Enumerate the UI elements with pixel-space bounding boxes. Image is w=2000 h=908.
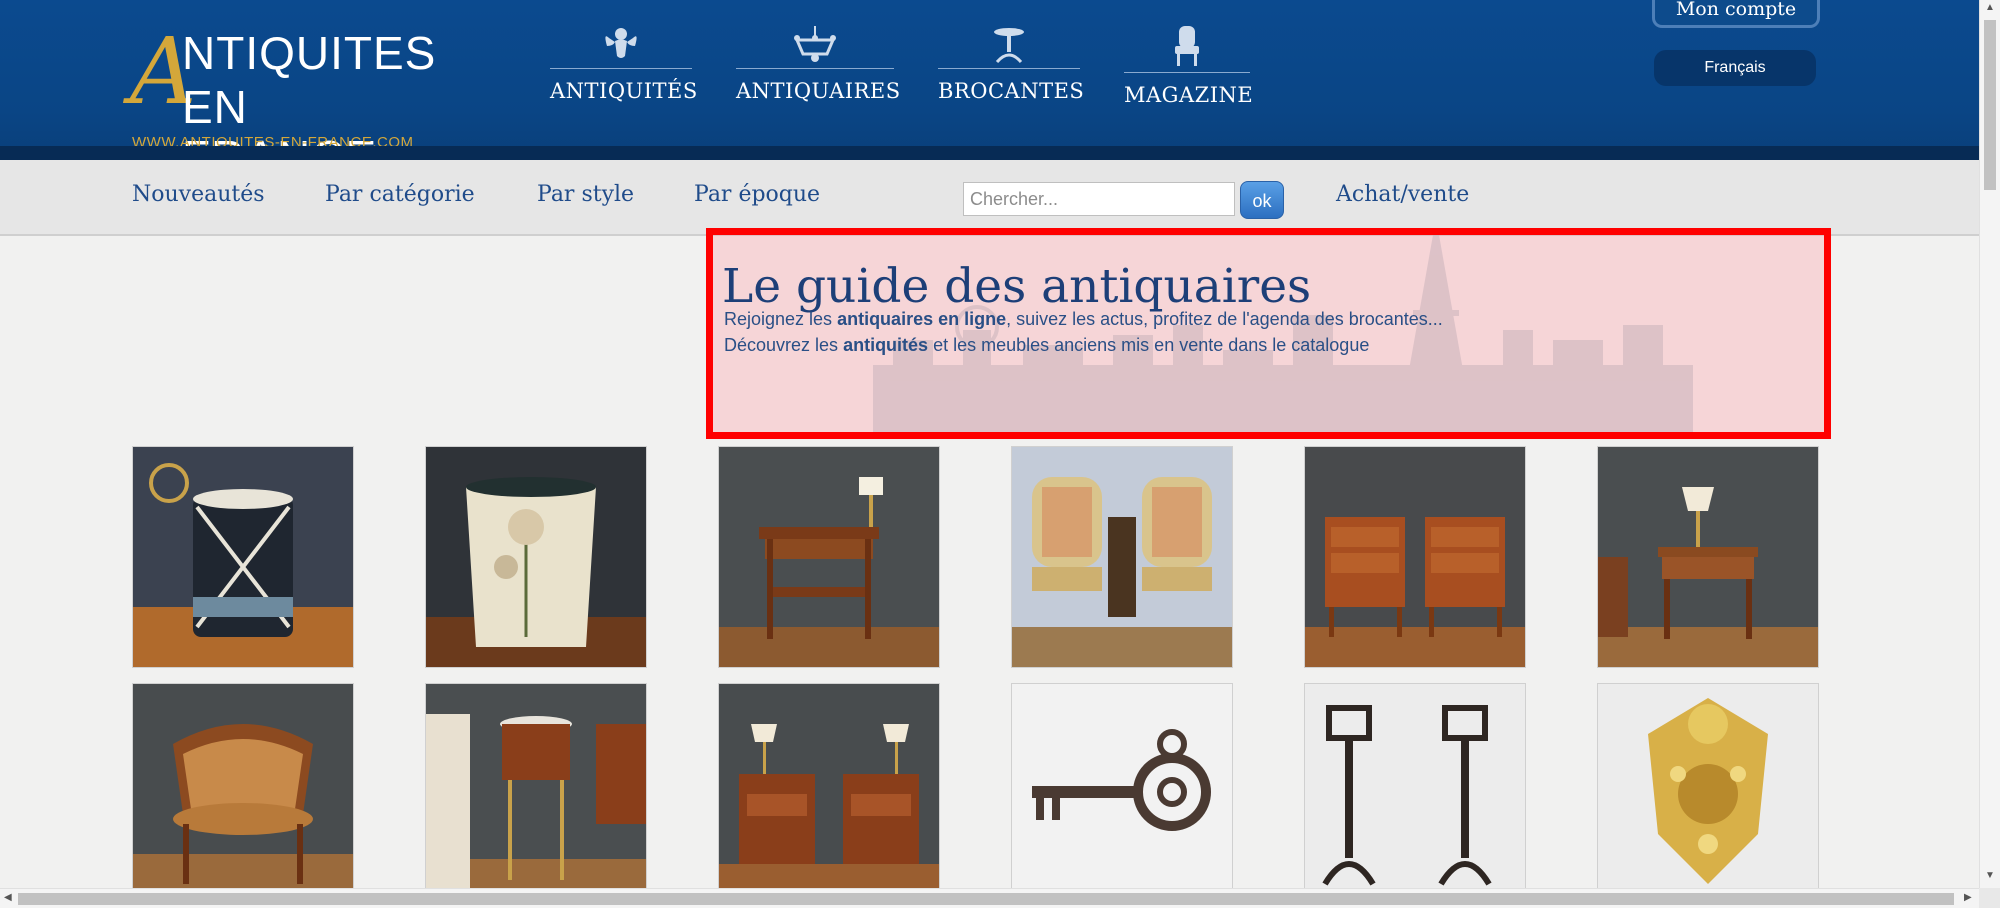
hero-line-2-pre: Découvrez les — [724, 335, 844, 355]
antiquites-link[interactable]: antiquités — [843, 335, 928, 355]
product-tile-pair-of-andirons[interactable] — [1304, 683, 1526, 905]
site-logo[interactable]: A NTIQUITES EN FRANCE WWW.ANTIQUITES-EN-… — [130, 22, 450, 183]
vertical-scrollbar[interactable]: ▲ ▼ — [1979, 0, 2000, 888]
horizontal-scrollbar[interactable]: ◀ ▶ — [0, 888, 1979, 908]
hero-line-1: Rejoignez les antiquaires en ligne, suiv… — [724, 309, 1443, 330]
main-nav: ANTIQUITÉS ANTIQUAIRES BROCANTES MAGAZIN… — [550, 24, 1294, 114]
scroll-left-icon[interactable]: ◀ — [4, 892, 12, 903]
scroll-right-icon[interactable]: ▶ — [1964, 892, 1972, 903]
product-tile-floral-wastebasket[interactable] — [425, 446, 647, 668]
product-tile-pair-of-striped-armchairs[interactable] — [1011, 446, 1233, 668]
nav-antiquites[interactable]: ANTIQUITÉS — [550, 24, 698, 114]
nav-divider — [550, 68, 692, 69]
header-stripe — [0, 146, 1979, 160]
product-image — [1305, 447, 1525, 667]
product-tile-caned-corner-chair[interactable] — [132, 683, 354, 905]
product-image — [1012, 684, 1232, 904]
scrollbar-corner — [1979, 888, 2000, 908]
nav-divider — [736, 68, 894, 69]
vertical-scroll-thumb[interactable] — [1984, 20, 1996, 190]
account-button[interactable]: Mon compte — [1652, 0, 1820, 28]
product-tile-walnut-side-table[interactable] — [1597, 446, 1819, 668]
nav-antiquaires[interactable]: ANTIQUAIRES — [736, 24, 901, 114]
logo-line-1: NTIQUITES — [182, 27, 437, 79]
nav-par-epoque[interactable]: Par époque — [694, 182, 820, 207]
product-image — [1598, 684, 1818, 904]
horizontal-scroll-thumb[interactable] — [18, 893, 1954, 905]
product-tile-gilded-wall-sconce[interactable] — [1597, 683, 1819, 905]
product-image — [1305, 684, 1525, 904]
product-image — [426, 447, 646, 667]
hero-banner: Le guide des antiquaires Rejoignez les a… — [706, 228, 1831, 439]
product-tile-pair-of-nightstands[interactable] — [718, 683, 940, 905]
nav-par-categorie[interactable]: Par catégorie — [325, 182, 475, 207]
hero-line-2-post: et les meubles anciens mis en vente dans… — [928, 335, 1370, 355]
nav-label: ANTIQUAIRES — [736, 79, 901, 103]
product-image — [1598, 447, 1818, 667]
hero-title: Le guide des antiquaires — [722, 259, 1312, 314]
product-tile-round-pedestal-table[interactable] — [425, 683, 647, 905]
product-image — [133, 447, 353, 667]
product-image — [426, 684, 646, 904]
chandelier-icon — [794, 26, 836, 62]
nav-nouveautes[interactable]: Nouveautés — [132, 182, 265, 207]
scroll-down-icon[interactable]: ▼ — [1985, 870, 1995, 881]
search-input[interactable] — [963, 182, 1235, 216]
antiquaires-link[interactable]: antiquaires en ligne — [837, 309, 1006, 329]
pedestal-table-icon — [994, 28, 1024, 64]
product-image — [133, 684, 353, 904]
nav-label: BROCANTES — [938, 79, 1085, 103]
scroll-up-icon[interactable]: ▲ — [1985, 2, 1995, 13]
language-selector[interactable]: Français — [1654, 50, 1816, 86]
product-image — [719, 684, 939, 904]
site-header: A NTIQUITES EN FRANCE WWW.ANTIQUITES-EN-… — [0, 0, 1979, 183]
search-submit-button[interactable]: ok — [1240, 181, 1284, 219]
product-tile-drum-side-table[interactable] — [132, 446, 354, 668]
nav-divider — [1124, 72, 1250, 73]
product-tile-wrought-iron-key[interactable] — [1011, 683, 1233, 905]
product-tile-mahogany-side-table[interactable] — [718, 446, 940, 668]
nav-magazine[interactable]: MAGAZINE — [1124, 24, 1254, 114]
nav-label: ANTIQUITÉS — [550, 79, 698, 103]
nav-brocantes[interactable]: BROCANTES — [938, 24, 1085, 114]
product-tile-pair-of-bedside-tables[interactable] — [1304, 446, 1526, 668]
product-image — [1012, 447, 1232, 667]
hero-line-1-post: , suivez les actus, profitez de l'agenda… — [1006, 309, 1443, 329]
nav-par-style[interactable]: Par style — [537, 182, 634, 207]
secondary-nav: Nouveautés Par catégorie Par style Par é… — [0, 160, 1979, 236]
nav-divider — [938, 68, 1080, 69]
cherub-icon — [605, 28, 637, 58]
nav-label: MAGAZINE — [1124, 83, 1254, 107]
armchair-icon — [1175, 26, 1199, 66]
nav-achat-vente[interactable]: Achat/vente — [1336, 182, 1469, 207]
hero-line-2: Découvrez les antiquités et les meubles … — [724, 335, 1369, 356]
hero-line-1-pre: Rejoignez les — [724, 309, 838, 329]
product-image — [719, 447, 939, 667]
